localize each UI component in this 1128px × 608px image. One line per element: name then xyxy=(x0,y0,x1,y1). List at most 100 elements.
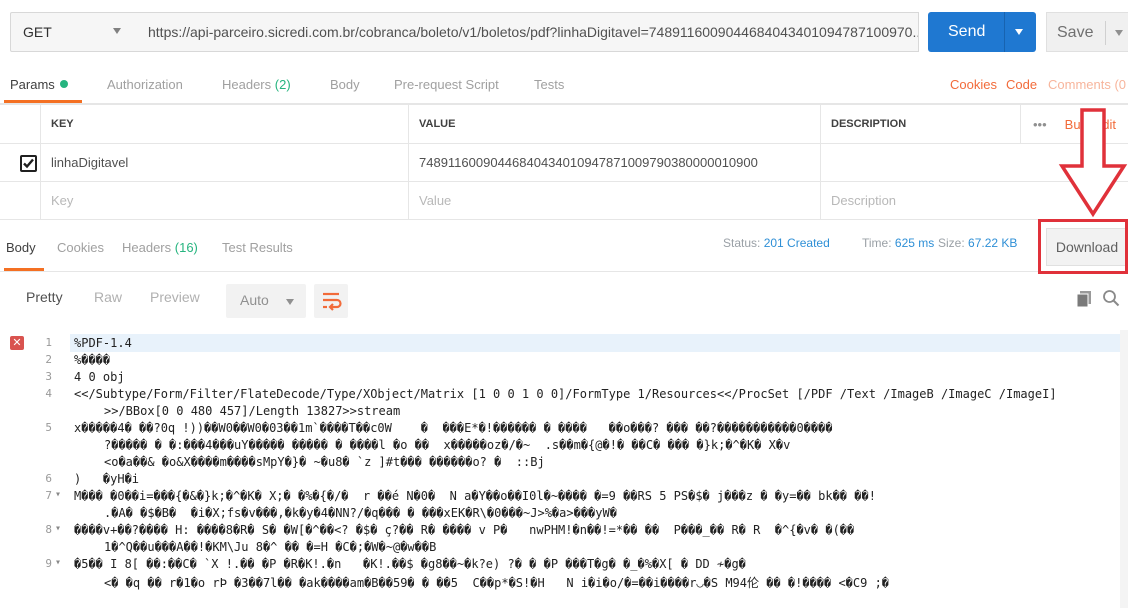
params-header-row: KEY VALUE DESCRIPTION ••• Bulk Edit xyxy=(0,104,1128,144)
send-button[interactable]: Send xyxy=(928,12,1036,52)
line-text: ����v+��?���� H: ����8�R� S� �W[�^��<? �… xyxy=(74,523,855,537)
save-divider xyxy=(1105,21,1106,45)
view-preview-button[interactable]: Preview xyxy=(150,289,200,305)
url-input[interactable]: https://api-parceiro.sicredi.com.br/cobr… xyxy=(135,12,919,52)
tab-prerequest-script[interactable]: Pre-request Script xyxy=(394,77,499,92)
send-options-chevron-icon[interactable] xyxy=(1015,29,1023,35)
line-text: ) �yH�i xyxy=(74,472,140,486)
red-arrow-annotation xyxy=(1058,108,1128,218)
line-text: M��� �0��i=���{�&�}k;�^�K� X;� �%�{�/� r… xyxy=(74,489,876,503)
status-value: 201 Created xyxy=(763,236,830,250)
value-column-header: VALUE xyxy=(408,105,820,143)
line-number: 6 xyxy=(45,472,52,485)
body-tab-underline xyxy=(4,268,44,271)
save-options-chevron-icon[interactable] xyxy=(1115,30,1123,36)
more-options-icon[interactable]: ••• xyxy=(1033,117,1047,132)
chevron-down-icon xyxy=(113,28,121,34)
line-number: 9 xyxy=(45,557,52,570)
line-text: ?����� � �:���4���uY����� ����� � ����l … xyxy=(104,438,791,452)
fold-toggle-icon[interactable]: ▾ xyxy=(55,523,61,534)
view-raw-button[interactable]: Raw xyxy=(94,289,122,305)
params-active-dot xyxy=(59,80,68,88)
param-value-input[interactable]: 7489116009044684043401094787100979038000… xyxy=(408,144,820,181)
line-text: 1�^Q��u���A��!�KM\Ju 8�^ �� �=H �C�;�W�~… xyxy=(104,540,437,554)
tab-test-results[interactable]: Test Results xyxy=(222,240,293,255)
tab-tests[interactable]: Tests xyxy=(534,77,564,92)
time-readout: Time: 625 ms xyxy=(862,236,934,250)
size-label: Size: xyxy=(938,236,965,250)
line-text: %PDF-1.4 xyxy=(74,336,132,350)
line-number: 8 xyxy=(45,523,52,536)
params-tab-underline xyxy=(4,100,82,103)
response-view-toolbar: Pretty Raw Preview Auto xyxy=(0,272,1128,330)
line-text: <</Subtype/Form/Filter/FlateDecode/Type/… xyxy=(74,387,1057,401)
tab-params-label: Params xyxy=(10,77,55,92)
tab-params[interactable]: Params xyxy=(10,77,68,92)
format-value: Auto xyxy=(240,292,269,308)
line-number: 5 xyxy=(45,421,52,434)
line-text: 4 0 obj xyxy=(74,370,125,384)
save-label: Save xyxy=(1057,24,1094,41)
time-value: 625 ms xyxy=(894,236,935,250)
param-enabled-checkbox[interactable] xyxy=(20,155,37,172)
line-text: <� �q �� r�1�o rÞ �3��7l�� �ak����am�B��… xyxy=(104,576,890,590)
line-number: 7 xyxy=(45,489,52,502)
wrap-lines-icon xyxy=(323,292,342,311)
fold-toggle-icon[interactable]: ▾ xyxy=(55,557,61,568)
highlight-box-annotation xyxy=(1038,219,1128,274)
line-number: 2 xyxy=(45,353,52,366)
copy-icon[interactable] xyxy=(1076,290,1092,308)
tab-response-cookies[interactable]: Cookies xyxy=(57,240,104,255)
tab-headers-count: (2) xyxy=(274,77,291,92)
param-empty-row: Key Value Description xyxy=(0,182,1128,220)
line-text: �5�� I 8[ ��:��C� `X !.�� �P �R�K!.�n �K… xyxy=(74,557,746,571)
new-key-input[interactable]: Key xyxy=(40,182,408,219)
status-readout: Status: 201 Created xyxy=(723,236,830,250)
line-text: >>/BBox[0 0 480 457]/Length 13827>>strea… xyxy=(104,404,401,418)
save-button[interactable]: Save xyxy=(1046,12,1128,52)
line-text: %���� xyxy=(74,353,111,367)
wrap-lines-button[interactable] xyxy=(314,284,348,318)
tab-response-headers[interactable]: Headers (16) xyxy=(122,240,198,255)
status-label: Status: xyxy=(723,236,761,250)
view-pretty-button[interactable]: Pretty xyxy=(26,289,63,305)
param-row: linhaDigitavel 7489116009044684043401094… xyxy=(0,144,1128,182)
checkmark-icon xyxy=(23,158,34,169)
send-divider xyxy=(1004,12,1005,52)
param-key-input[interactable]: linhaDigitavel xyxy=(40,144,408,181)
line-text: .�A� �$�B� �i�X;fs�v���,�k�y�4�NN?/�q���… xyxy=(104,506,617,520)
response-body-editor[interactable]: ✕ 1 %PDF-1.4 2 %���� 3 4 0 obj 4 <</Subtype/For… xyxy=(0,330,1128,608)
params-table: KEY VALUE DESCRIPTION ••• Bulk Edit linh… xyxy=(0,104,1128,220)
method-select[interactable]: GET xyxy=(10,12,136,52)
comments-link[interactable]: Comments (0 xyxy=(1048,77,1126,92)
tab-headers[interactable]: Headers (2) xyxy=(222,77,291,92)
tab-response-headers-count: (16) xyxy=(174,240,198,255)
line-number: 1 xyxy=(45,336,52,349)
tab-response-body[interactable]: Body xyxy=(6,240,36,255)
description-column-header: DESCRIPTION xyxy=(820,105,1020,143)
search-icon[interactable] xyxy=(1102,289,1120,307)
tab-body[interactable]: Body xyxy=(330,77,360,92)
fold-toggle-icon[interactable]: ▾ xyxy=(55,489,61,500)
format-select[interactable]: Auto xyxy=(226,284,306,318)
new-value-input[interactable]: Value xyxy=(408,182,820,219)
send-label: Send xyxy=(948,23,986,40)
key-column-header: KEY xyxy=(40,105,408,143)
tab-authorization[interactable]: Authorization xyxy=(107,77,183,92)
line-text: x�����4� ��?0q !))��W0��W0�03��1m`����T�… xyxy=(74,421,833,435)
code-link[interactable]: Code xyxy=(1006,77,1037,92)
editor-scrollbar[interactable] xyxy=(1120,330,1128,608)
tab-headers-label: Headers xyxy=(222,77,272,92)
line-number: 4 xyxy=(45,387,52,400)
cookies-link[interactable]: Cookies xyxy=(950,77,997,92)
url-value: https://api-parceiro.sicredi.com.br/cobr… xyxy=(148,24,919,40)
line-text: <o�a��& �o&X����m����sMpY�}� ~�u8� `z ]#… xyxy=(104,455,545,469)
request-bar: GET https://api-parceiro.sicredi.com.br/… xyxy=(0,0,1128,64)
response-tabs: Body Cookies Headers (16) Test Results S… xyxy=(0,222,1128,272)
request-tabs: Params Authorization Headers (2) Body Pr… xyxy=(0,64,1128,104)
active-line-highlight xyxy=(70,334,1120,352)
tab-response-headers-label: Headers xyxy=(122,240,172,255)
size-readout: Size: 67.22 KB xyxy=(938,236,1017,250)
chevron-down-icon xyxy=(286,299,294,305)
method-value: GET xyxy=(23,24,52,40)
